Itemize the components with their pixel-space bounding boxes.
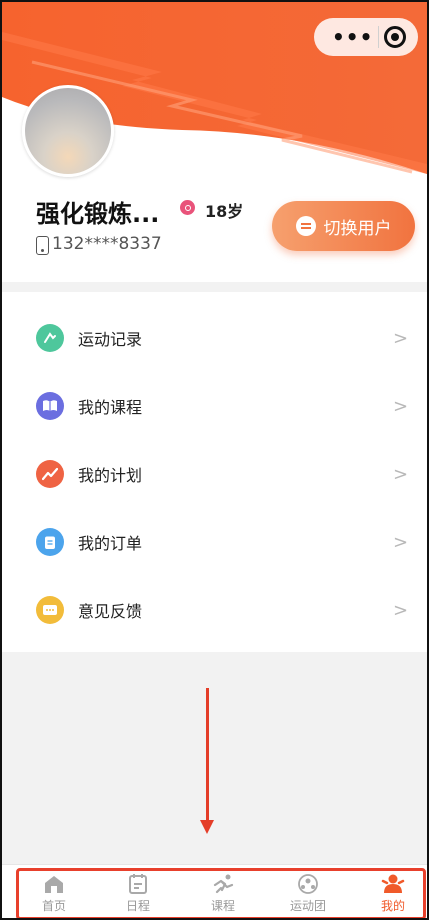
plan-trend-icon — [36, 460, 64, 488]
switch-icon — [295, 216, 316, 236]
order-clipboard-icon — [36, 528, 64, 556]
menu-item-label: 我的计划 — [78, 466, 143, 485]
close-target-icon[interactable] — [383, 26, 406, 48]
phone-number: 132****8337 — [52, 234, 162, 254]
tab-label: 我的 — [380, 899, 405, 913]
menu-item-label: 运动记录 — [78, 330, 143, 349]
phone-icon — [36, 236, 49, 255]
menu-item-my-courses[interactable]: 我的课程 > — [2, 372, 427, 440]
chevron-right-icon: > — [393, 531, 409, 553]
annotation-arrow-line — [206, 688, 209, 822]
menu-list: 运动记录 > 我的课程 > 我的计划 > 我的订单 > 意见反馈 > — [2, 292, 427, 652]
menu-item-label: 我的订单 — [78, 534, 143, 553]
menu-item-label: 意见反馈 — [78, 602, 143, 621]
course-book-icon — [36, 392, 64, 420]
app-frame: ••• 强化锻炼... 18岁 132****8337 切换用户 运动记录 > — [0, 0, 429, 920]
tab-label: 首页 — [41, 899, 66, 913]
chevron-right-icon: > — [393, 463, 409, 485]
tab-label: 运动团 — [289, 899, 326, 913]
chevron-right-icon: > — [393, 395, 409, 417]
tab-label: 课程 — [210, 899, 235, 913]
gender-female-icon — [180, 200, 195, 215]
menu-item-label: 我的课程 — [78, 398, 143, 417]
course-run-icon — [211, 873, 235, 895]
username: 强化锻炼... — [36, 200, 160, 228]
switch-user-button[interactable]: 切换用户 — [272, 201, 415, 251]
menu-item-my-orders[interactable]: 我的订单 > — [2, 508, 427, 576]
group-icon — [296, 873, 320, 895]
capsule-divider — [378, 26, 380, 48]
tab-mine[interactable]: 我的 — [363, 870, 423, 918]
switch-user-label: 切换用户 — [323, 218, 392, 239]
feedback-message-icon — [36, 596, 64, 624]
sport-record-icon — [36, 324, 64, 352]
menu-item-sport-record[interactable]: 运动记录 > — [2, 304, 427, 372]
tab-schedule[interactable]: 日程 — [108, 870, 168, 918]
mini-program-capsule: ••• — [314, 18, 418, 56]
annotation-arrow-head — [200, 820, 214, 834]
menu-item-my-plan[interactable]: 我的计划 > — [2, 440, 427, 508]
chevron-right-icon: > — [393, 327, 409, 349]
menu-item-feedback[interactable]: 意见反馈 > — [2, 576, 427, 644]
schedule-icon — [126, 873, 150, 895]
avatar[interactable] — [22, 85, 114, 177]
more-button[interactable]: ••• — [332, 27, 373, 47]
tab-courses[interactable]: 课程 — [193, 870, 253, 918]
chevron-right-icon: > — [393, 599, 409, 621]
home-icon — [42, 873, 66, 895]
profile-header: ••• 强化锻炼... 18岁 132****8337 切换用户 — [2, 2, 427, 282]
age-label: 18岁 — [205, 202, 244, 221]
tab-home[interactable]: 首页 — [24, 870, 84, 918]
tab-label: 日程 — [125, 899, 150, 913]
profile-icon — [381, 873, 405, 895]
tab-group[interactable]: 运动团 — [278, 870, 338, 918]
